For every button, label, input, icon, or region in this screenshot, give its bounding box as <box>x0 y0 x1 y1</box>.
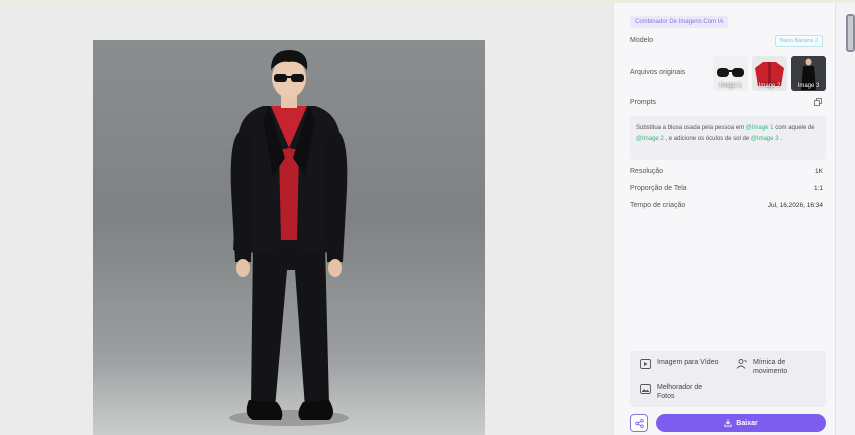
originals-label: Arquivos originais <box>630 69 686 76</box>
aspect-ratio-value: 1:1 <box>813 185 823 192</box>
image-enhance-icon <box>640 384 651 394</box>
share-icon <box>634 418 644 428</box>
tools-card: Imagem para Vídeo Mímica de movimento Me… <box>630 351 826 407</box>
model-tag: Nano Banana 2 <box>774 35 823 47</box>
thumbnail-image-1[interactable]: Image 1 <box>713 56 748 91</box>
motion-mimic-button[interactable]: Mímica de movimento <box>736 358 821 376</box>
resolution-value: 1K <box>815 168 823 175</box>
tool-label: Imagem para Vídeo <box>657 359 719 366</box>
resolution-label: Resolução <box>630 168 664 175</box>
image-to-video-button[interactable]: Imagem para Vídeo <box>640 358 720 369</box>
thumbnail-image-3[interactable]: Image 3 <box>791 56 826 91</box>
scrollbar-thumb[interactable] <box>846 14 855 52</box>
prompt-part: . <box>778 136 782 142</box>
thumbnail-caption: Image 1 <box>719 83 742 89</box>
created-value: Jul, 16,2026, 16:34 <box>767 202 823 209</box>
video-icon <box>640 359 651 369</box>
tool-badge: Combinador De Imagens Com IA <box>630 16 729 28</box>
download-button[interactable]: Baixar <box>656 414 826 432</box>
prompt-part: , e adicione os óculos de sol de <box>663 136 751 142</box>
prompt-tag-image-1: @Image 1 <box>745 125 774 131</box>
thumbnail-caption: Image 3 <box>797 83 820 89</box>
thumbnail-image-2[interactable]: Image 2 <box>752 56 787 91</box>
prompt-tag-image-3: @Image 3 <box>750 136 779 142</box>
download-icon <box>724 419 732 427</box>
copy-icon[interactable] <box>814 98 822 106</box>
thumbnail-caption: Image 2 <box>758 83 781 89</box>
scrollbar-track[interactable] <box>835 3 855 435</box>
prompt-text: Substitua a blusa usada pela pessoa em @… <box>630 116 826 160</box>
prompt-tag-image-2: @Image 2 <box>636 136 664 142</box>
share-button[interactable] <box>630 414 648 432</box>
download-label: Baixar <box>736 419 758 427</box>
tool-label: Melhorador de Fotos <box>657 384 703 400</box>
model-label: Modelo <box>630 37 653 44</box>
tool-label: Mímica de movimento <box>753 359 788 375</box>
prompts-label: Prompts <box>630 99 657 106</box>
person-illustration <box>229 50 349 426</box>
photo-enhancer-button[interactable]: Melhorador de Fotos <box>640 383 720 401</box>
aspect-ratio-label: Proporção de Tela <box>630 185 687 192</box>
created-label: Tempo de criação <box>630 202 686 209</box>
details-panel: Combinador De Imagens Com IA Modelo Nano… <box>613 3 835 435</box>
result-image[interactable] <box>93 40 485 435</box>
prompt-part: Substitua a blusa usada pela pessoa em <box>636 125 746 131</box>
person-motion-icon <box>736 359 747 369</box>
prompt-part: com aquele de <box>773 125 815 131</box>
